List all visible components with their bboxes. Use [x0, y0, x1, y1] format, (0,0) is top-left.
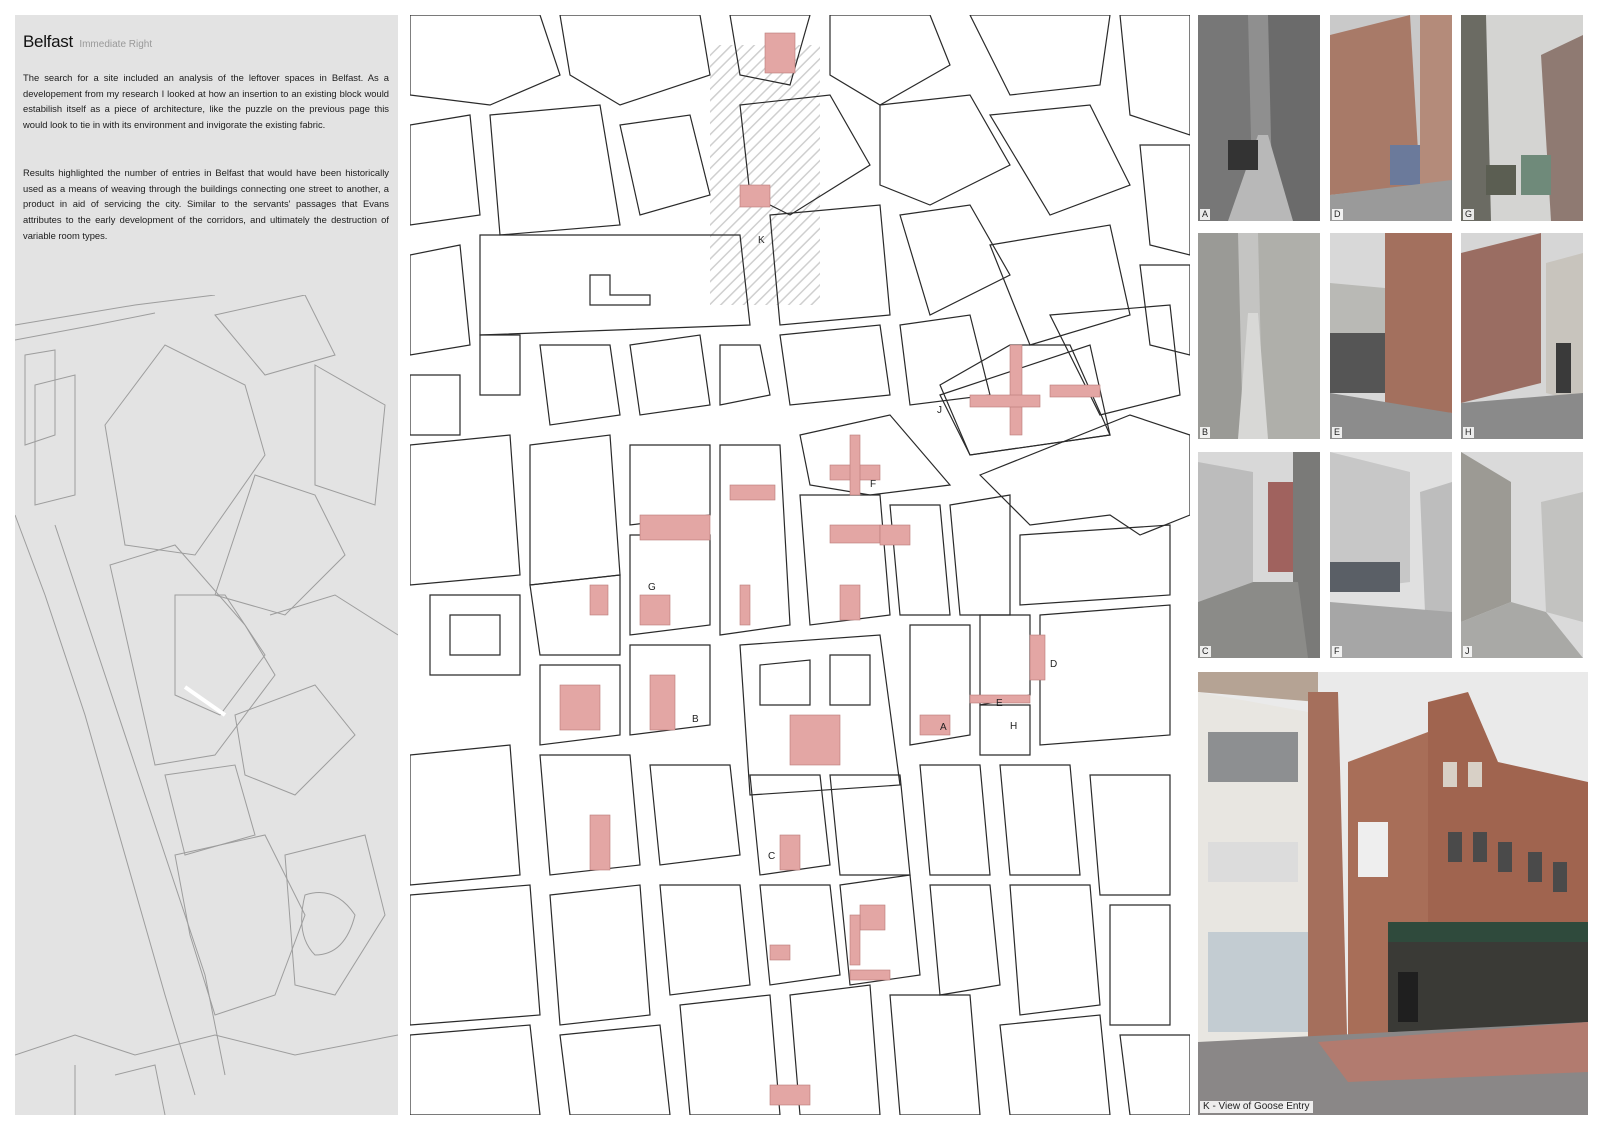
photo-j: J — [1461, 452, 1583, 658]
highlighted-entries — [559, 32, 1101, 1106]
photo-c: C — [1198, 452, 1320, 658]
intro-paragraph-1: The search for a site included an analys… — [23, 72, 389, 131]
photo-label-c: C — [1200, 646, 1211, 657]
photo-h: H — [1461, 233, 1583, 439]
map-letter-a: A — [940, 722, 947, 733]
photo-label-e: E — [1332, 427, 1343, 438]
map-letter-j: J — [937, 405, 942, 416]
photo-label-g: G — [1463, 209, 1475, 220]
photo-a: A — [1198, 15, 1320, 221]
map-letter-f: F — [870, 479, 876, 490]
photo-b: B — [1198, 233, 1320, 439]
photo-label-d: D — [1332, 209, 1343, 220]
photo-label-k: K - View of Goose Entry — [1200, 1101, 1313, 1113]
photo-label-f: F — [1332, 646, 1342, 657]
map-letter-b: B — [692, 714, 699, 725]
title-row: Belfast Immediate Right — [23, 32, 152, 52]
map-letter-g: G — [648, 582, 656, 593]
intro-paragraph-2: Results highlighted the number of entrie… — [23, 167, 389, 241]
intro-panel: Belfast Immediate Right The search for a… — [15, 15, 398, 1115]
page-title: Belfast — [23, 32, 73, 51]
map-letter-h: H — [1010, 721, 1017, 732]
photo-f: F — [1330, 452, 1452, 658]
map-letters: K J F G D E H A B C — [648, 235, 1057, 862]
photo-k-goose-entry: K - View of Goose Entry — [1198, 672, 1588, 1115]
page-subtitle: Immediate Right — [79, 39, 153, 50]
photo-e: E — [1330, 233, 1452, 439]
map-letter-k: K — [758, 235, 765, 246]
photo-label-b: B — [1200, 427, 1211, 438]
photo-label-h: H — [1463, 427, 1474, 438]
map-drawing: K J F G D E H A B C — [410, 15, 1190, 1115]
map-letter-c: C — [768, 851, 775, 862]
photo-label-a: A — [1200, 209, 1211, 220]
photo-d: D — [1330, 15, 1452, 221]
map-letter-e: E — [996, 698, 1003, 709]
hatched-zone — [710, 45, 820, 305]
city-figure-ground-map: K J F G D E H A B C — [410, 15, 1190, 1115]
faint-site-plan — [15, 295, 398, 1115]
map-letter-d: D — [1050, 659, 1057, 670]
photo-g: G — [1461, 15, 1583, 221]
photo-label-j: J — [1463, 646, 1472, 657]
